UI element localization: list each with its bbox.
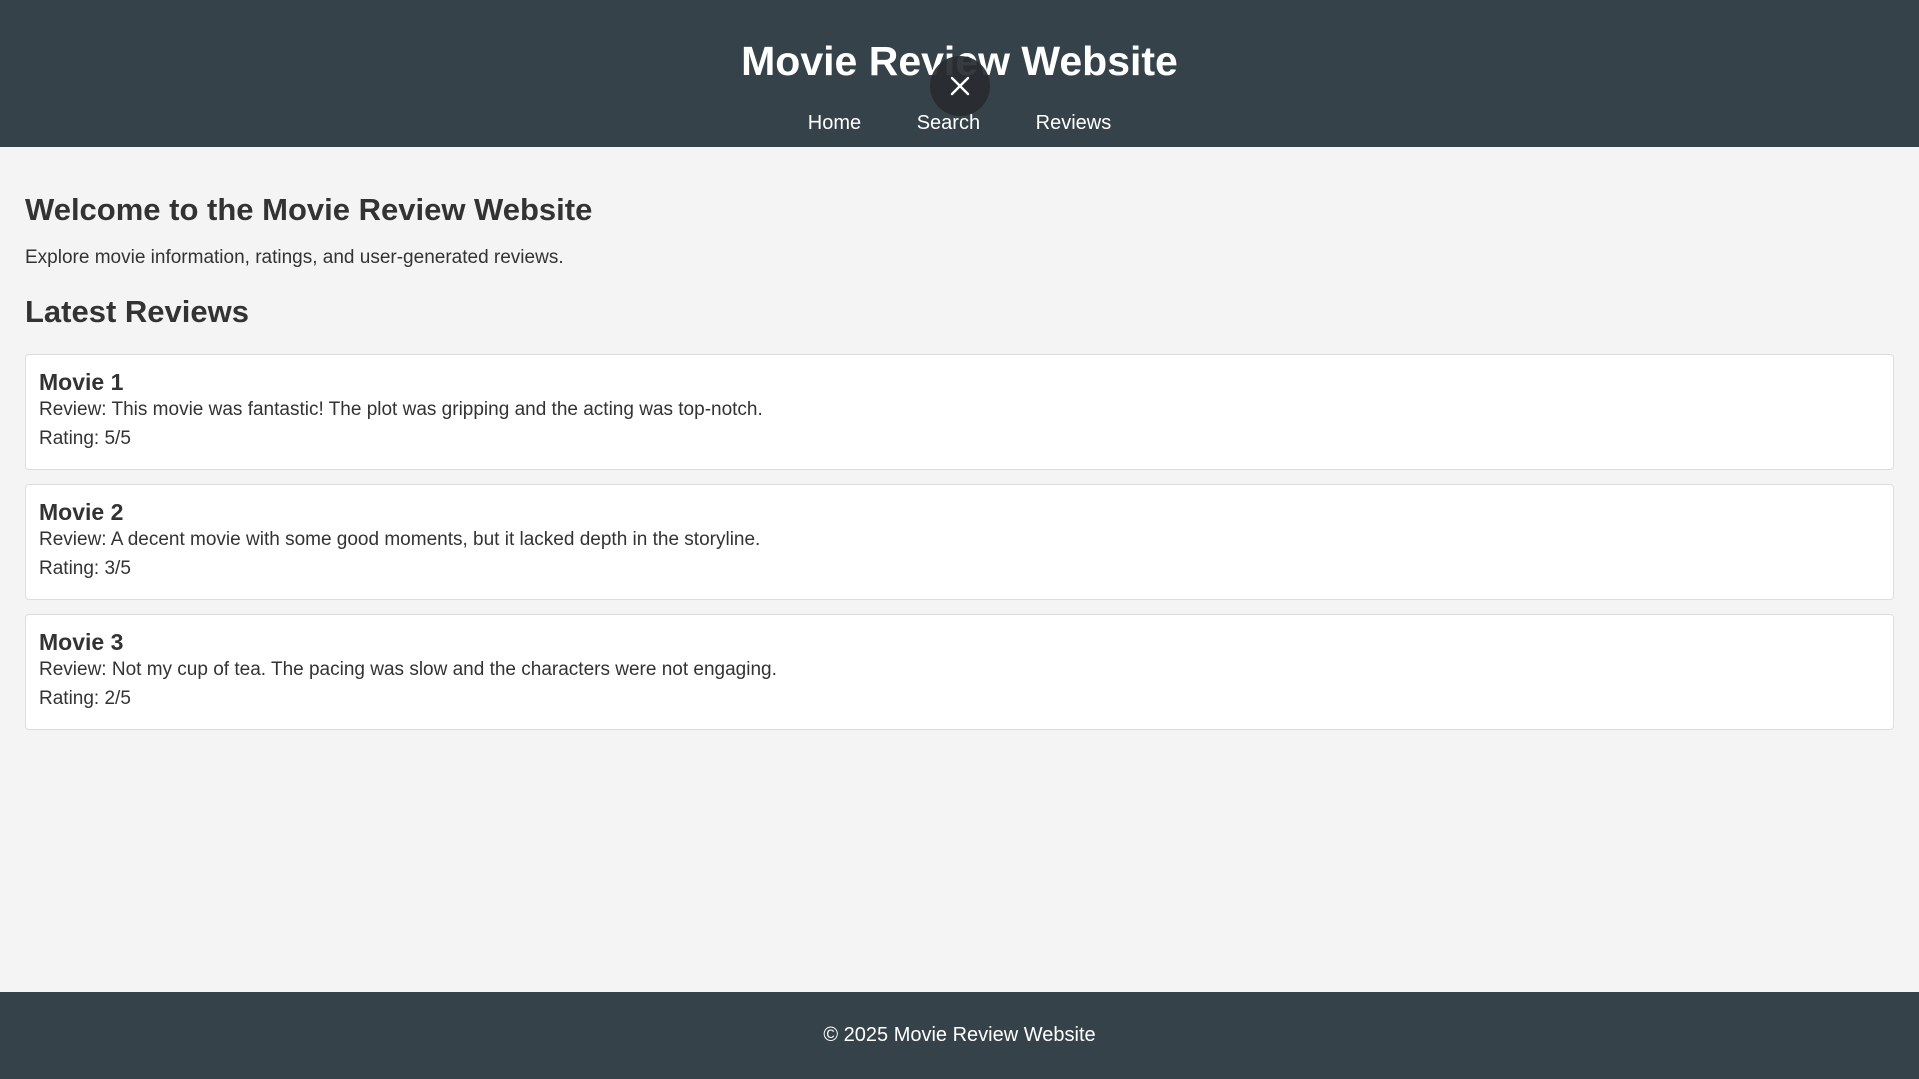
reviews-list: Movie 1 Review: This movie was fantastic… [25,354,1894,730]
review-title: Movie 3 [39,629,124,655]
footer-text: © 2025 Movie Review Website [823,1024,1096,1046]
review-title: Movie 2 [39,499,124,525]
review-card: Movie 3 Review: Not my cup of tea. The p… [25,614,1894,730]
review-text: Review: This movie was fantastic! The pl… [39,399,763,420]
latest-reviews-heading: Latest Reviews [25,294,249,329]
review-card: Movie 1 Review: This movie was fantastic… [25,354,1894,470]
review-title: Movie 1 [39,369,124,395]
site-footer: © 2025 Movie Review Website [0,992,1919,1079]
review-rating: Rating: 5/5 [39,428,131,449]
review-text: Review: A decent movie with some good mo… [39,529,761,550]
main-content: Welcome to the Movie Review Website Expl… [25,147,1894,744]
review-rating: Rating: 2/5 [39,688,131,709]
review-text: Review: Not my cup of tea. The pacing wa… [39,659,777,680]
review-card: Movie 2 Review: A decent movie with some… [25,484,1894,600]
close-icon [950,76,970,96]
welcome-text: Explore movie information, ratings, and … [25,247,564,268]
close-button[interactable] [930,56,990,116]
welcome-heading: Welcome to the Movie Review Website [25,192,593,227]
nav-reviews-link[interactable]: Reviews [1036,110,1112,136]
review-rating: Rating: 3/5 [39,558,131,579]
nav-home-link[interactable]: Home [808,110,861,136]
